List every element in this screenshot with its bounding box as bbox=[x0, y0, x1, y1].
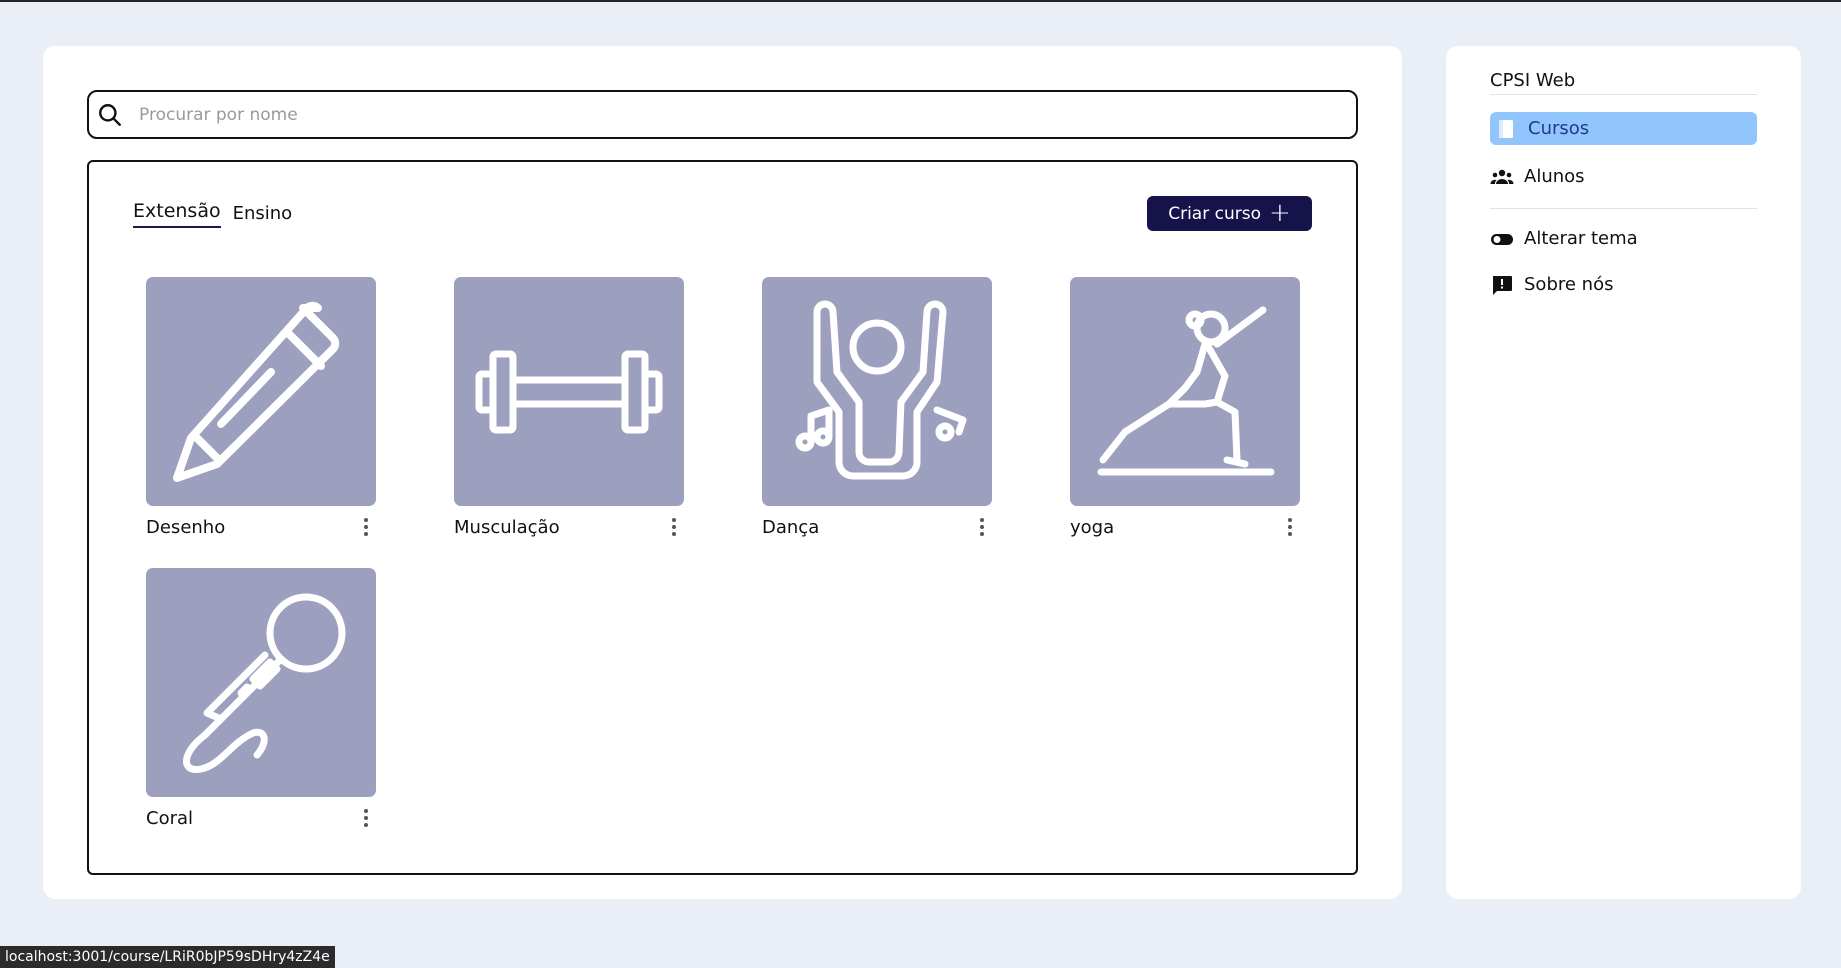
dumbbell-icon bbox=[475, 350, 663, 433]
top-border bbox=[0, 0, 1841, 2]
sidebar-divider bbox=[1490, 94, 1757, 95]
course-thumbnail[interactable] bbox=[146, 568, 376, 797]
sidebar-divider bbox=[1490, 208, 1757, 209]
create-course-button[interactable]: Criar curso + bbox=[1147, 196, 1312, 231]
course-card[interactable]: Desenho bbox=[146, 277, 376, 538]
dancer-icon bbox=[795, 300, 967, 479]
course-card[interactable]: Musculação bbox=[454, 277, 684, 538]
course-thumbnail[interactable] bbox=[1070, 277, 1300, 506]
more-options-icon[interactable] bbox=[356, 807, 376, 829]
plus-icon: + bbox=[1268, 197, 1291, 228]
course-title[interactable]: Dança bbox=[762, 517, 819, 538]
more-options-icon[interactable] bbox=[1280, 516, 1300, 538]
sidebar-item-label: Alunos bbox=[1524, 166, 1585, 187]
course-card[interactable]: Dança bbox=[762, 277, 992, 538]
course-thumbnail[interactable] bbox=[762, 277, 992, 506]
microphone-icon bbox=[183, 593, 346, 773]
more-options-icon[interactable] bbox=[664, 516, 684, 538]
more-options-icon[interactable] bbox=[356, 516, 376, 538]
sidebar-item-alterar-tema[interactable]: Alterar tema bbox=[1490, 222, 1757, 255]
sidebar-item-label: Cursos bbox=[1528, 118, 1590, 139]
course-card[interactable]: Coral bbox=[146, 568, 376, 829]
course-title[interactable]: Desenho bbox=[146, 517, 225, 538]
sidebar-item-alunos[interactable]: Alunos bbox=[1490, 160, 1757, 193]
course-card[interactable]: yoga bbox=[1070, 277, 1300, 538]
courses-container: Extensão Ensino Criar curso + Desenho Mu… bbox=[87, 160, 1358, 875]
sidebar-item-label: Alterar tema bbox=[1524, 228, 1638, 249]
course-tabs: Extensão Ensino bbox=[133, 200, 292, 228]
search-input[interactable] bbox=[139, 92, 1356, 137]
users-icon bbox=[1490, 169, 1514, 184]
sidebar: CPSI Web Cursos Alunos Alterar tema Sobr… bbox=[1446, 46, 1801, 899]
create-course-label: Criar curso bbox=[1168, 203, 1261, 224]
course-thumbnail[interactable] bbox=[146, 277, 376, 506]
brand-title: CPSI Web bbox=[1490, 70, 1576, 91]
more-options-icon[interactable] bbox=[972, 516, 992, 538]
book-icon bbox=[1499, 119, 1513, 138]
status-bar-url: localhost:3001/course/LRiR0bJP59sDHry4zZ… bbox=[0, 946, 335, 968]
course-thumbnail[interactable] bbox=[454, 277, 684, 506]
main-panel: Extensão Ensino Criar curso + Desenho bbox=[43, 46, 1402, 899]
course-title[interactable]: Musculação bbox=[454, 517, 560, 538]
pencil-icon bbox=[173, 301, 340, 482]
tab-ensino[interactable]: Ensino bbox=[233, 203, 293, 228]
yoga-icon bbox=[1097, 306, 1275, 475]
search-icon bbox=[99, 103, 121, 126]
course-title[interactable]: yoga bbox=[1070, 517, 1114, 538]
sidebar-item-sobre-nos[interactable]: Sobre nós bbox=[1490, 268, 1757, 301]
sidebar-item-label: Sobre nós bbox=[1524, 274, 1614, 295]
feedback-icon bbox=[1493, 275, 1512, 295]
toggle-icon bbox=[1491, 233, 1513, 245]
sidebar-item-cursos[interactable]: Cursos bbox=[1490, 112, 1757, 145]
course-title[interactable]: Coral bbox=[146, 808, 193, 829]
tab-extensao[interactable]: Extensão bbox=[133, 200, 221, 228]
search-bar[interactable] bbox=[87, 90, 1358, 139]
